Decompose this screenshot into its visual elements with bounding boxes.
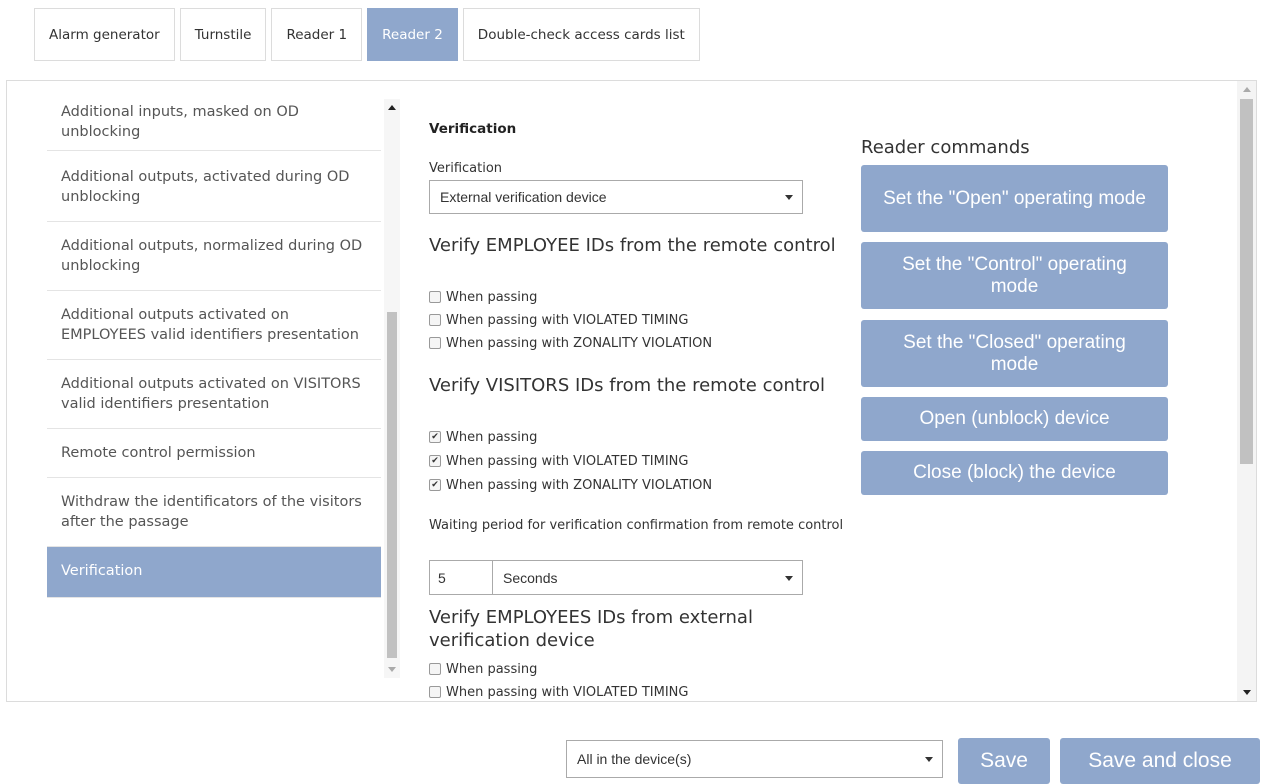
waiting-period-value: 5 [438,569,446,586]
checkbox-label: When passing with ZONALITY VIOLATION [446,477,713,493]
employee-remote-heading: Verify EMPLOYEE IDs from the remote cont… [429,235,836,256]
visitor-remote-when-passing[interactable]: ✔ When passing [429,428,537,446]
checkbox-label: When passing [446,429,538,445]
checkbox-label: When passing with ZONALITY VIOLATION [446,335,713,351]
section-title: Verification [429,121,517,137]
sidebar-scrollbar[interactable] [384,99,400,678]
chevron-down-icon [785,195,793,200]
checkbox[interactable] [429,291,441,303]
checkbox[interactable] [429,314,441,326]
reader-commands-title: Reader commands [861,137,1030,158]
checkbox[interactable] [429,686,441,698]
verification-select[interactable]: External verification device [429,180,803,214]
employee-remote-violated-timing[interactable]: When passing with VIOLATED TIMING [429,311,688,329]
checkbox[interactable] [429,663,441,675]
checkbox-checked[interactable]: ✔ [429,431,441,443]
panel-scroll-thumb[interactable] [1240,99,1253,464]
checkbox-checked[interactable]: ✔ [429,479,441,491]
settings-panel: Additional inputs, masked on OD unblocki… [6,80,1257,702]
chevron-down-icon [785,575,793,581]
employee-external-when-passing[interactable]: When passing [429,660,537,678]
waiting-period-label: Waiting period for verification confirma… [429,518,844,533]
settings-category-list: Additional inputs, masked on OD unblocki… [47,99,400,678]
employee-remote-when-passing[interactable]: When passing [429,288,537,306]
employee-external-heading: Verify EMPLOYEES IDs from external verif… [429,607,753,651]
sidebar-item-additional-outputs-activated[interactable]: Additional outputs, activated during OD … [47,151,381,222]
checkbox-label: When passing with VIOLATED TIMING [446,453,689,469]
set-control-mode-button[interactable]: Set the "Control" operating mode [861,242,1168,309]
open-unblock-device-button[interactable]: Open (unblock) device [861,397,1168,441]
verification-select-value: External verification device [440,189,607,205]
save-button[interactable]: Save [958,738,1050,784]
checkbox-label: When passing [446,661,538,677]
sidebar-item-outputs-employees-valid[interactable]: Additional outputs activated on EMPLOYEE… [47,291,381,360]
apply-scope-select[interactable]: All in the device(s) [566,740,943,778]
sidebar-item-outputs-visitors-valid[interactable]: Additional outputs activated on VISITORS… [47,360,381,429]
save-and-close-button[interactable]: Save and close [1060,738,1260,784]
sidebar-item-withdraw-visitor-ids[interactable]: Withdraw the identificators of the visit… [47,478,381,547]
close-block-device-button[interactable]: Close (block) the device [861,451,1168,495]
scroll-up-icon[interactable] [1243,87,1251,92]
set-closed-mode-button[interactable]: Set the "Closed" operating mode [861,320,1168,387]
verification-label: Verification [429,161,503,176]
checkbox-checked[interactable]: ✔ [429,455,441,467]
tab-reader-2[interactable]: Reader 2 [367,8,458,61]
set-open-mode-button[interactable]: Set the "Open" operating mode [861,165,1168,232]
sidebar-item-verification[interactable]: Verification [47,547,381,598]
scroll-up-icon[interactable] [388,105,396,110]
sidebar-item-remote-control-permission[interactable]: Remote control permission [47,429,381,478]
waiting-unit-select[interactable]: Seconds [492,560,803,595]
apply-scope-value: All in the device(s) [577,751,692,767]
visitor-remote-heading: Verify VISITORS IDs from the remote cont… [429,375,825,396]
checkbox-label: When passing with VIOLATED TIMING [446,312,689,328]
chevron-down-icon [925,757,933,762]
tab-double-check-access-cards[interactable]: Double-check access cards list [462,8,700,61]
employee-external-violated-timing[interactable]: When passing with VIOLATED TIMING [429,683,688,701]
sidebar-item-additional-outputs-normalized[interactable]: Additional outputs, normalized during OD… [47,222,381,291]
checkbox-label: When passing [446,289,538,305]
waiting-period-input[interactable]: 5 [429,560,493,595]
tab-bar: Alarm generator Turnstile Reader 1 Reade… [34,8,700,61]
sidebar-scroll-thumb[interactable] [387,312,397,658]
tab-alarm-generator[interactable]: Alarm generator [34,8,175,61]
employee-remote-zonality-violation[interactable]: When passing with ZONALITY VIOLATION [429,334,712,352]
tab-reader-1[interactable]: Reader 1 [271,8,363,61]
scroll-down-icon[interactable] [1243,690,1251,695]
scroll-down-icon[interactable] [388,667,396,672]
waiting-unit-value: Seconds [503,569,558,586]
panel-scrollbar[interactable] [1237,81,1256,701]
checkbox[interactable] [429,337,441,349]
verification-form: Verification Verification External verif… [429,81,869,701]
checkbox-label: When passing with VIOLATED TIMING [446,684,689,700]
sidebar-item-additional-inputs-masked[interactable]: Additional inputs, masked on OD unblocki… [47,99,381,151]
tab-turnstile[interactable]: Turnstile [179,8,267,61]
visitor-remote-violated-timing[interactable]: ✔ When passing with VIOLATED TIMING [429,452,688,470]
visitor-remote-zonality-violation[interactable]: ✔ When passing with ZONALITY VIOLATION [429,476,712,494]
